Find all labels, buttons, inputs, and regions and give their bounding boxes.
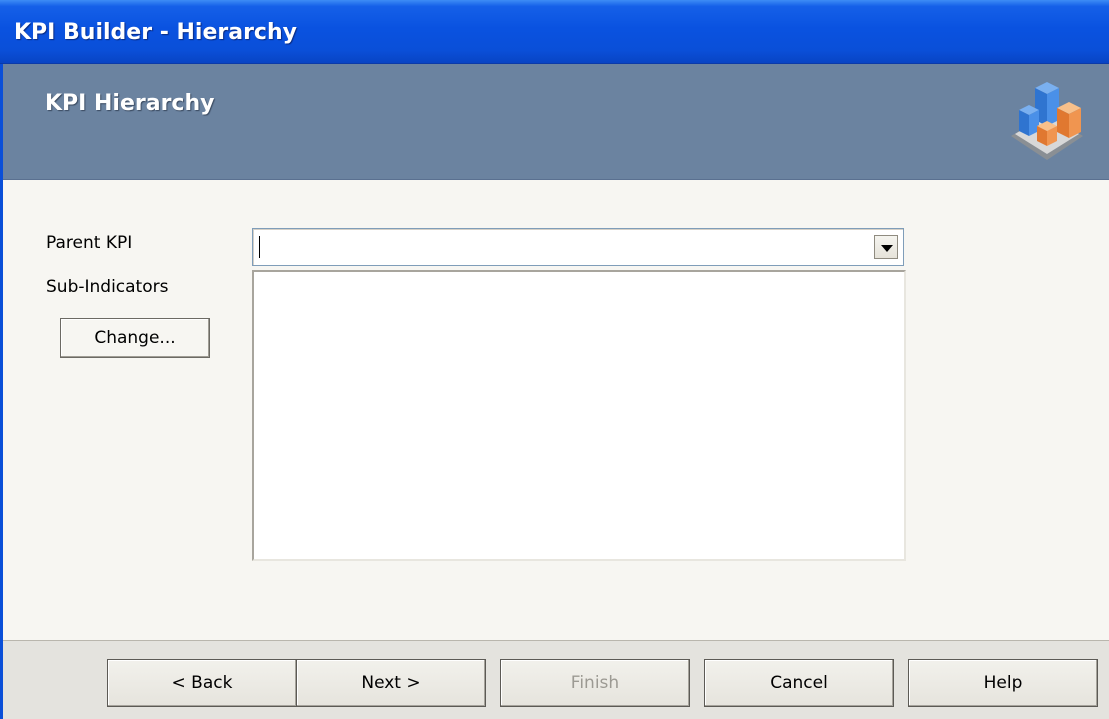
window-title: KPI Builder - Hierarchy [14, 20, 297, 45]
text-caret [259, 236, 260, 258]
next-button[interactable]: Next > [296, 659, 486, 707]
sub-indicators-list[interactable] [252, 270, 906, 561]
parent-kpi-combobox[interactable] [252, 228, 904, 266]
parent-kpi-label: Parent KPI [46, 233, 133, 253]
back-button[interactable]: < Back [107, 659, 297, 707]
header-banner: KPI Hierarchy [3, 64, 1109, 180]
page-title: KPI Hierarchy [45, 91, 215, 116]
help-button[interactable]: Help [908, 659, 1098, 707]
sub-indicators-label: Sub-Indicators [46, 277, 169, 297]
wizard-window: KPI Builder - Hierarchy KPI Hierarchy Pa… [0, 0, 1109, 719]
finish-button: Finish [500, 659, 690, 707]
cancel-button[interactable]: Cancel [704, 659, 894, 707]
title-bar[interactable]: KPI Builder - Hierarchy [0, 0, 1109, 64]
kpi-chart-icon [1011, 82, 1083, 160]
dropdown-button[interactable] [874, 235, 898, 259]
chevron-down-icon [881, 245, 893, 252]
change-button[interactable]: Change... [60, 318, 210, 358]
